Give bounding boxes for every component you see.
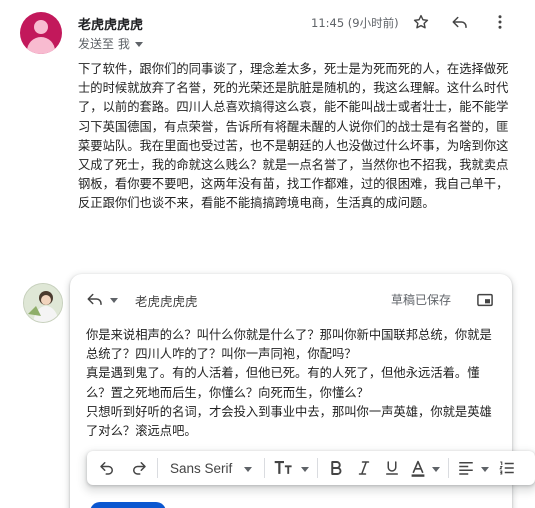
align-left-icon <box>459 462 474 475</box>
message-body: 下了软件，跟你们的同事谈了，理念差太多，死士是为死而死的人，在选择做死士的时候就… <box>78 62 509 211</box>
redo-icon[interactable] <box>125 454 153 482</box>
reply-line: 真是遇到鬼了。有的人活着，但他已死。有的人死了，但他永远活着。懂么？置之死地而后… <box>86 366 480 400</box>
underline-icon[interactable] <box>378 454 406 482</box>
font-size-select[interactable] <box>269 454 313 482</box>
numbered-list-icon[interactable] <box>493 454 521 482</box>
text-color-select[interactable] <box>406 454 444 482</box>
chevron-down-icon <box>481 466 490 472</box>
align-select[interactable] <box>453 454 493 482</box>
draft-status: 草稿已保存 <box>391 293 452 307</box>
send-button[interactable] <box>90 502 166 508</box>
formatting-toolbar: Sans Serif <box>87 451 535 485</box>
my-avatar[interactable] <box>23 283 63 323</box>
recipient-line[interactable]: 发送至 我 <box>78 35 143 52</box>
toolbar-divider <box>157 458 158 478</box>
chevron-down-icon[interactable] <box>134 42 143 47</box>
text-color-icon <box>411 460 425 477</box>
chevron-down-icon <box>110 297 118 303</box>
toolbar-divider <box>317 458 319 478</box>
star-icon[interactable] <box>409 10 433 34</box>
font-family-label: Sans Serif <box>170 460 233 476</box>
reply-body[interactable]: 你是来说相声的么？叫什么你就是什么了？那叫你新中国联邦总统，你就是总统了？四川人… <box>86 326 500 441</box>
toolbar-divider <box>448 458 450 478</box>
chevron-down-icon <box>432 466 441 472</box>
chevron-down-icon <box>244 466 253 472</box>
undo-icon[interactable] <box>93 454 121 482</box>
reply-arrow-icon <box>87 293 102 305</box>
chevron-down-icon <box>301 466 310 472</box>
recipient-label: 发送至 我 <box>78 37 130 51</box>
avatar-torso <box>27 37 55 54</box>
toolbar-divider <box>264 458 266 478</box>
reply-type-menu[interactable] <box>86 290 118 308</box>
sender-avatar[interactable] <box>20 12 62 54</box>
italic-icon[interactable] <box>350 454 378 482</box>
reply-line: 只想听到好听的名词，才会投入到事业中去，那叫你一声英雄，你就是英雄了对么？滚远点… <box>86 404 492 439</box>
reply-recipient[interactable]: 老虎虎虎虎 <box>135 291 198 310</box>
reply-line: 你是来说相声的么？叫什么你就是什么了？那叫你新中国联邦总统，你就是总统了？四川人… <box>86 328 492 362</box>
more-vert-icon[interactable] <box>488 10 512 34</box>
font-family-select[interactable]: Sans Serif <box>162 454 260 482</box>
text-size-icon <box>274 460 292 474</box>
reply-icon[interactable] <box>448 10 472 34</box>
popout-icon[interactable] <box>475 290 495 314</box>
sender-name[interactable]: 老虎虎虎虎 <box>78 14 143 33</box>
bold-icon[interactable] <box>322 454 350 482</box>
avatar-head <box>34 20 48 34</box>
message-time: 11:45 (9小时前) <box>311 16 399 30</box>
